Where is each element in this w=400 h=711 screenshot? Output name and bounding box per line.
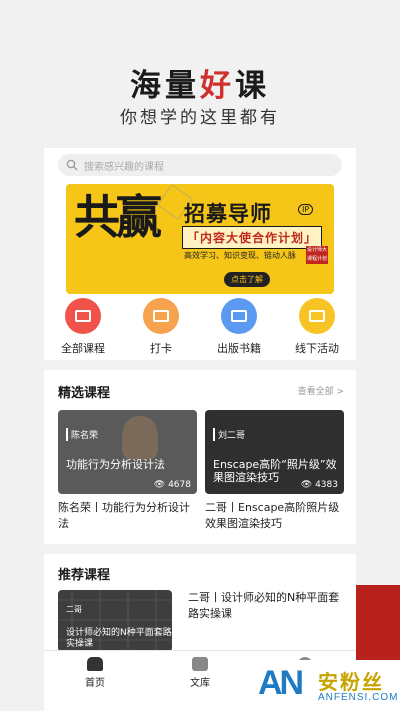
watermark-site-name: 安粉丝 bbox=[318, 670, 384, 694]
instructor-tag: 陈名荣 bbox=[66, 428, 98, 441]
thumbnail-overlay-text: 设计师必知的N种平面套路实操课 bbox=[66, 628, 172, 649]
event-icon bbox=[299, 298, 335, 334]
quick-entry-books[interactable]: 出版书籍 bbox=[208, 298, 270, 356]
course-card[interactable]: 陈名荣 功能行为分析设计法 👁 4678 陈名荣丨功能行为分析设计法 bbox=[58, 410, 197, 532]
search-placeholder: 搜索感兴趣的课程 bbox=[84, 161, 164, 173]
tab-home[interactable]: 首页 bbox=[60, 657, 130, 689]
banner-plan: 「内容大使合作计划」 bbox=[182, 226, 323, 249]
instructor-tag: 刘二哥 bbox=[213, 428, 245, 441]
featured-view-all-link[interactable]: 查看全部 > bbox=[298, 384, 344, 397]
recommended-course-title[interactable]: 二哥丨设计师必知的N种平面套路实操课 bbox=[188, 590, 344, 622]
tab-label: 文库 bbox=[190, 678, 210, 689]
banner-badge: 设计师大课程计划 bbox=[306, 246, 328, 264]
quick-entry-all-courses[interactable]: 全部课程 bbox=[52, 298, 114, 356]
app-screen: 搜索感兴趣的课程 共赢 招募导师 IP 「内容大使合作计划」 高效学习、知识变现… bbox=[44, 148, 356, 711]
banner-note: 高效学习、知识变现、链动人脉 bbox=[184, 251, 296, 260]
section-divider bbox=[44, 544, 356, 554]
home-icon bbox=[87, 657, 103, 671]
hero-title-pre: 海量 bbox=[130, 68, 200, 104]
course-title: 陈名荣丨功能行为分析设计法 bbox=[58, 501, 190, 530]
hero-title-highlight: 好 bbox=[200, 68, 235, 104]
hero-subtitle: 你想学的这里都有 bbox=[120, 108, 280, 128]
library-icon bbox=[192, 657, 208, 671]
hero-title-post: 课 bbox=[235, 68, 270, 104]
banner-calligraphy: 共赢 bbox=[74, 190, 162, 244]
instructor-tag: 二哥 bbox=[66, 605, 82, 614]
hero-title: 海量好课 bbox=[0, 60, 400, 105]
book-icon bbox=[221, 298, 257, 334]
search-icon bbox=[66, 159, 78, 171]
quick-entry-label: 出版书籍 bbox=[217, 342, 261, 355]
carousel-dots bbox=[66, 285, 334, 294]
watermark-logo: AN 安粉丝 ANFENSI.COM bbox=[256, 660, 400, 711]
courses-icon bbox=[65, 298, 101, 334]
thumbnail-overlay-text: 功能行为分析设计法 bbox=[66, 458, 165, 471]
tab-label: 首页 bbox=[85, 678, 105, 689]
search-bar[interactable]: 搜索感兴趣的课程 bbox=[58, 154, 342, 176]
watermark-site-url: ANFENSI.COM bbox=[318, 692, 399, 703]
banner-ip-tag: IP bbox=[298, 204, 314, 215]
course-card[interactable]: 刘二哥 Enscape高阶“照片级”效果图渲染技巧 👁 4383 二哥丨Ensc… bbox=[205, 410, 344, 532]
view-count: 👁 4678 bbox=[153, 480, 191, 490]
course-thumbnail: 刘二哥 Enscape高阶“照片级”效果图渲染技巧 👁 4383 bbox=[205, 410, 344, 494]
quick-entry-label: 全部课程 bbox=[61, 342, 105, 355]
featured-section-title: 精选课程 bbox=[58, 386, 111, 401]
section-divider bbox=[44, 360, 356, 370]
quick-entry-label: 打卡 bbox=[150, 342, 172, 355]
course-thumbnail: 陈名荣 功能行为分析设计法 👁 4678 bbox=[58, 410, 197, 494]
instructor-photo bbox=[122, 416, 158, 460]
promo-banner[interactable]: 共赢 招募导师 IP 「内容大使合作计划」 高效学习、知识变现、链动人脉 设计师… bbox=[66, 184, 334, 294]
banner-title: 招募导师 bbox=[184, 202, 272, 226]
calendar-icon bbox=[143, 298, 179, 334]
quick-entry-label: 线下活动 bbox=[295, 342, 339, 355]
quick-entry-offline-events[interactable]: 线下活动 bbox=[286, 298, 348, 356]
banner-plan-text: 内容大使合作计划 bbox=[200, 231, 305, 245]
view-count: 👁 4383 bbox=[300, 480, 338, 490]
tab-library[interactable]: 文库 bbox=[165, 657, 235, 689]
recommended-thumbnail[interactable]: 二哥 设计师必知的N种平面套路实操课 bbox=[58, 590, 172, 652]
course-title: 二哥丨Enscape高阶照片级 效果图渲染技巧 bbox=[205, 501, 340, 530]
quick-entry-checkin[interactable]: 打卡 bbox=[130, 298, 192, 356]
recommended-section-title: 推荐课程 bbox=[58, 568, 111, 583]
quick-entries: 全部课程 打卡 出版书籍 线下活动 bbox=[44, 298, 356, 356]
watermark-logo-mark: AN bbox=[258, 664, 304, 702]
